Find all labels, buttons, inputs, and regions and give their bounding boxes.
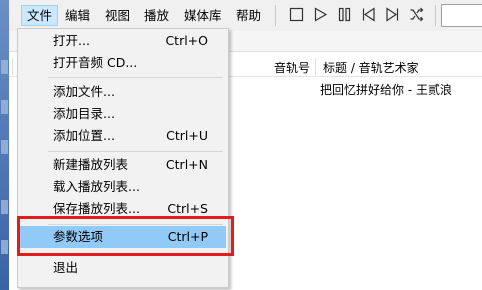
menu-item-label: 新建播放列表	[53, 157, 129, 172]
menu-item-preferences[interactable]: 参数选项 Ctrl+P	[20, 226, 226, 248]
menu-item-label: 打开音频 CD...	[53, 55, 138, 70]
menu-separator	[48, 255, 223, 256]
menu-item-label: 载入播放列表...	[53, 179, 140, 194]
menu-item-label: 添加目录...	[53, 106, 115, 121]
column-title-artist[interactable]: 标题 / 音轨艺术家	[323, 59, 419, 76]
previous-icon[interactable]	[361, 7, 376, 22]
menu-item-label: 退出	[53, 260, 79, 275]
playlist-row-title[interactable]: 把回忆拼好给你 - 王贰浪	[320, 81, 452, 98]
menu-item-save-playlist[interactable]: 保存播放列表... Ctrl+S	[20, 198, 226, 220]
menu-item-label: 添加位置...	[53, 128, 115, 143]
next-icon[interactable]	[385, 7, 400, 22]
menu-item-add-location[interactable]: 添加位置... Ctrl+U	[20, 125, 226, 147]
menu-playback[interactable]: 播放	[139, 6, 174, 25]
menu-item-label: 打开...	[53, 33, 90, 48]
menu-library[interactable]: 媒体库	[179, 6, 227, 25]
menu-item-add-folder[interactable]: 添加目录...	[20, 103, 226, 125]
menu-edit[interactable]: 编辑	[60, 6, 95, 25]
menu-item-add-file[interactable]: 添加文件...	[20, 81, 226, 103]
menu-item-shortcut: Ctrl+S	[167, 201, 208, 216]
menu-item-shortcut: Ctrl+U	[166, 128, 208, 143]
menu-item-open-audio-cd[interactable]: 打开音频 CD...	[20, 52, 226, 74]
desktop-edge	[0, 0, 9, 290]
pause-icon[interactable]	[337, 7, 352, 22]
toolbar-divider	[275, 5, 276, 26]
column-track-number[interactable]: 音轨号	[274, 59, 310, 76]
menu-item-shortcut: Ctrl+P	[167, 229, 208, 244]
menu-item-label: 添加文件...	[53, 84, 115, 99]
menu-item-new-playlist[interactable]: 新建播放列表 Ctrl+N	[20, 154, 226, 176]
menu-view[interactable]: 视图	[100, 6, 135, 25]
menu-separator	[48, 77, 223, 78]
menu-item-shortcut: Ctrl+O	[165, 33, 208, 48]
menu-file[interactable]: 文件	[21, 5, 59, 26]
menu-separator	[48, 151, 223, 152]
menu-item-open[interactable]: 打开... Ctrl+O	[20, 30, 226, 52]
play-icon[interactable]	[313, 7, 328, 22]
volume-or-search-field[interactable]	[441, 4, 482, 27]
menu-help[interactable]: 帮助	[231, 6, 266, 25]
menu-item-load-playlist[interactable]: 载入播放列表...	[20, 176, 226, 198]
menu-item-label: 参数选项	[53, 229, 104, 244]
toolbar-divider	[435, 5, 436, 26]
menu-item-exit[interactable]: 退出	[20, 257, 226, 279]
random-icon[interactable]	[409, 7, 424, 22]
file-menu-dropdown: 打开... Ctrl+O 打开音频 CD... 添加文件... 添加目录... …	[17, 28, 229, 288]
menu-separator	[48, 224, 223, 225]
menu-item-shortcut: Ctrl+N	[165, 157, 208, 172]
menu-item-label: 保存播放列表...	[53, 201, 140, 216]
stop-icon[interactable]	[289, 7, 304, 22]
